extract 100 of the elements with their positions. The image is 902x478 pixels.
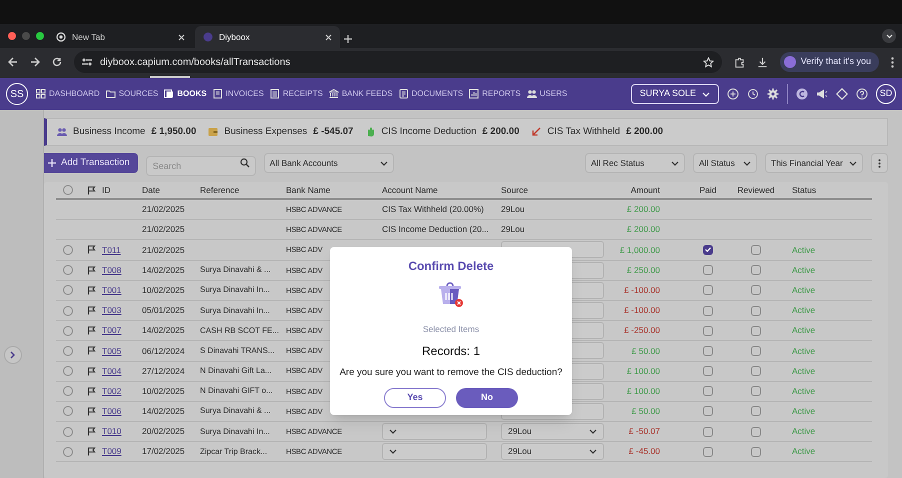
back-icon[interactable] (8, 57, 18, 67)
user-avatar[interactable]: SD (876, 84, 896, 104)
transaction-link[interactable]: T007 (102, 324, 122, 338)
column-header[interactable]: Paid (684, 184, 732, 196)
paid-checkbox[interactable] (703, 346, 713, 356)
reviewed-checkbox[interactable] (751, 306, 761, 316)
search-field[interactable]: Search (146, 156, 256, 176)
paid-checkbox[interactable] (703, 244, 713, 255)
column-header[interactable]: Reviewed (732, 184, 780, 196)
paid-checkbox[interactable] (703, 285, 713, 296)
column-header[interactable]: Reference (200, 184, 286, 196)
nav-link[interactable]: BOOKS (164, 88, 207, 100)
paid-checkbox[interactable] (703, 265, 713, 276)
flag-icon[interactable] (86, 366, 96, 376)
browser-tab[interactable]: Diyboox (195, 26, 340, 48)
close-window-button[interactable] (8, 32, 16, 40)
column-header[interactable]: Amount (604, 184, 684, 196)
diamond-icon[interactable] (836, 88, 848, 100)
filter-dropdown[interactable]: All Status (693, 153, 757, 173)
transaction-link[interactable]: T010 (102, 425, 122, 438)
row-checkbox[interactable] (63, 265, 73, 276)
nav-link[interactable]: SOURCES (106, 88, 158, 100)
reviewed-checkbox[interactable] (751, 446, 761, 457)
row-checkbox[interactable] (63, 346, 73, 356)
filter-dropdown[interactable]: All Rec Status (585, 153, 685, 173)
transaction-link[interactable]: T002 (102, 384, 122, 398)
transaction-link[interactable]: T011 (102, 244, 121, 256)
megaphone-icon[interactable] (816, 88, 828, 100)
reviewed-checkbox[interactable] (751, 406, 761, 416)
filter-dropdown[interactable]: This Financial Year (765, 153, 863, 173)
row-checkbox[interactable] (63, 244, 73, 255)
flag-icon[interactable] (86, 406, 96, 416)
company-logo[interactable]: SS (6, 83, 28, 105)
more-options-button[interactable] (871, 153, 888, 173)
close-icon[interactable] (178, 34, 185, 40)
nav-link[interactable]: USERS (526, 88, 568, 100)
settings-icon[interactable] (767, 88, 779, 100)
nav-link[interactable]: REPORTS (469, 88, 521, 100)
column-header[interactable]: Date (142, 184, 200, 196)
nav-link[interactable]: DASHBOARD (36, 88, 100, 100)
flag-icon[interactable] (86, 447, 96, 456)
column-header[interactable]: Bank Name (286, 184, 382, 196)
flag-icon[interactable] (86, 346, 96, 356)
more-icon[interactable] (891, 56, 894, 68)
help-icon[interactable] (856, 88, 868, 100)
download-icon[interactable] (756, 56, 768, 68)
flag-icon[interactable] (86, 427, 96, 436)
flag-icon[interactable] (86, 186, 96, 194)
flag-icon[interactable] (86, 286, 96, 295)
nav-link[interactable]: INVOICES (212, 88, 264, 100)
flag-icon[interactable] (86, 266, 96, 275)
browser-tab[interactable]: New Tab (48, 26, 193, 48)
add-circle-icon[interactable] (727, 88, 739, 100)
flag-icon[interactable] (86, 326, 96, 336)
nav-link[interactable]: DOCUMENTS (398, 88, 464, 100)
flag-icon[interactable] (86, 386, 96, 396)
transaction-link[interactable]: T008 (102, 264, 122, 277)
star-icon[interactable] (702, 56, 714, 68)
row-checkbox[interactable] (63, 406, 73, 416)
row-checkbox[interactable] (63, 306, 73, 316)
reviewed-checkbox[interactable] (751, 426, 761, 437)
column-header[interactable]: Source (501, 184, 604, 196)
tab-search-button[interactable] (882, 29, 896, 43)
source-dropdown[interactable]: 29Lou (501, 443, 604, 460)
yes-button[interactable]: Yes (384, 388, 446, 408)
paid-checkbox[interactable] (703, 406, 713, 416)
transaction-link[interactable]: T001 (102, 284, 122, 297)
paid-checkbox[interactable] (703, 426, 713, 437)
source-dropdown[interactable]: 29Lou (501, 423, 604, 440)
maximize-window-button[interactable] (36, 32, 44, 40)
reviewed-checkbox[interactable] (751, 326, 761, 336)
reviewed-checkbox[interactable] (751, 386, 761, 396)
transaction-link[interactable]: T006 (102, 405, 122, 418)
transaction-link[interactable]: T009 (102, 445, 122, 458)
paid-checkbox[interactable] (703, 446, 713, 457)
expand-sidebar-button[interactable] (4, 346, 22, 364)
paid-checkbox[interactable] (703, 386, 713, 396)
row-checkbox[interactable] (63, 446, 73, 457)
column-header[interactable]: Status (780, 184, 872, 196)
row-checkbox[interactable] (63, 366, 73, 376)
reviewed-checkbox[interactable] (751, 366, 761, 376)
address-bar[interactable]: diyboox.capium.com/books/allTransactions (74, 51, 722, 73)
nav-link[interactable]: RECEIPTS (270, 88, 323, 100)
reviewed-checkbox[interactable] (751, 244, 761, 255)
reload-icon[interactable] (52, 57, 62, 67)
paid-checkbox[interactable] (703, 306, 713, 316)
nav-link[interactable]: BANK FEEDS (328, 88, 393, 100)
transaction-link[interactable]: T004 (102, 364, 122, 378)
history-icon[interactable] (747, 88, 759, 100)
filter-dropdown[interactable]: All Bank Accounts (264, 153, 394, 173)
close-icon[interactable] (325, 34, 332, 40)
company-dropdown[interactable]: SURYA SOLE (630, 84, 719, 104)
transaction-link[interactable]: T003 (102, 304, 122, 317)
extensions-icon[interactable] (734, 56, 745, 68)
paid-checkbox[interactable] (703, 366, 713, 376)
select-all-checkbox[interactable] (63, 185, 73, 195)
row-checkbox[interactable] (63, 326, 73, 336)
flag-icon[interactable] (86, 245, 96, 254)
c-logo-icon[interactable] (796, 88, 808, 100)
forward-icon[interactable] (30, 57, 40, 67)
